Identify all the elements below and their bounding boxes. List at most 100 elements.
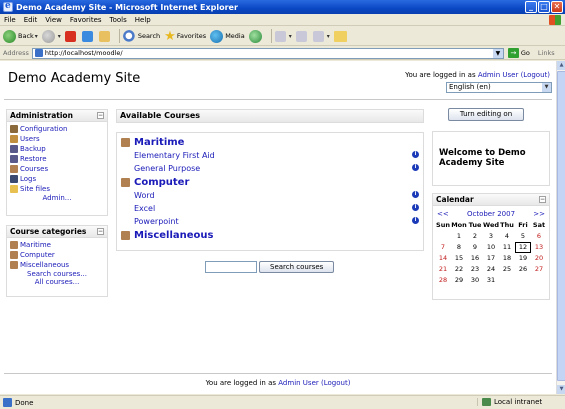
calendar-day[interactable]: 29 bbox=[451, 275, 467, 286]
admin-item-site-files[interactable]: Site files bbox=[10, 184, 104, 194]
calendar-day[interactable]: 31 bbox=[483, 275, 499, 286]
language-select[interactable]: English (en) ▼ bbox=[446, 82, 552, 93]
admin-item-label[interactable]: Configuration bbox=[20, 125, 67, 133]
maximize-button[interactable]: □ bbox=[538, 1, 550, 13]
course-item[interactable]: Word i bbox=[121, 189, 423, 202]
menu-favorites[interactable]: Favorites bbox=[66, 16, 106, 24]
calendar-day[interactable]: 4 bbox=[499, 231, 515, 242]
course-item[interactable]: Powerpoint i bbox=[121, 215, 423, 228]
category-label[interactable]: Maritime bbox=[20, 241, 51, 249]
calendar-day[interactable]: 6 bbox=[531, 231, 547, 242]
favorites-button[interactable]: ★ Favorites bbox=[164, 29, 206, 44]
info-icon[interactable]: i bbox=[412, 164, 419, 171]
calendar-day[interactable]: 19 bbox=[515, 253, 531, 264]
calendar-day[interactable]: 30 bbox=[467, 275, 483, 286]
calendar-day[interactable]: 10 bbox=[483, 242, 499, 253]
stop-button[interactable] bbox=[64, 30, 78, 42]
scroll-up-icon[interactable]: ▲ bbox=[557, 61, 565, 70]
course-category-computer[interactable]: Computer bbox=[121, 175, 423, 189]
mail-button[interactable]: ▾ bbox=[274, 30, 292, 42]
home-button[interactable] bbox=[98, 30, 112, 42]
close-button[interactable]: ✕ bbox=[551, 1, 563, 13]
back-dropdown-icon[interactable]: ▾ bbox=[35, 33, 38, 40]
course-category-miscellaneous[interactable]: Miscellaneous bbox=[121, 228, 423, 242]
admin-item-users[interactable]: Users bbox=[10, 134, 104, 144]
forward-dropdown-icon[interactable]: ▾ bbox=[58, 33, 61, 40]
calendar-day[interactable]: 3 bbox=[483, 231, 499, 242]
course-link[interactable]: Word bbox=[134, 191, 155, 200]
calendar-day[interactable]: 15 bbox=[451, 253, 467, 264]
user-link[interactable]: Admin User bbox=[478, 71, 519, 79]
forward-button[interactable]: ▾ bbox=[41, 29, 61, 43]
course-item[interactable]: Elementary First Aid i bbox=[121, 149, 423, 162]
calendar-day[interactable]: 17 bbox=[483, 253, 499, 264]
edit-dropdown-icon[interactable]: ▾ bbox=[327, 33, 330, 40]
admin-item-label[interactable]: Restore bbox=[20, 155, 47, 163]
calendar-day[interactable]: 23 bbox=[467, 264, 483, 275]
calendar-day[interactable]: 14 bbox=[435, 253, 451, 264]
turn-editing-on-button[interactable]: Turn editing on bbox=[448, 108, 524, 121]
admin-item-restore[interactable]: Restore bbox=[10, 154, 104, 164]
print-button[interactable] bbox=[295, 30, 309, 42]
vertical-scrollbar[interactable]: ▲ ▼ bbox=[556, 61, 565, 394]
course-link[interactable]: Powerpoint bbox=[134, 217, 179, 226]
calendar-day[interactable]: 5 bbox=[515, 231, 531, 242]
next-month-link[interactable]: >> bbox=[533, 210, 545, 218]
info-icon[interactable]: i bbox=[412, 191, 419, 198]
prev-month-link[interactable]: << bbox=[437, 210, 449, 218]
admin-item-label[interactable]: Users bbox=[20, 135, 40, 143]
admin-item-label[interactable]: Logs bbox=[20, 175, 36, 183]
category-label[interactable]: Computer bbox=[20, 251, 55, 259]
admin-item-label[interactable]: Site files bbox=[20, 185, 50, 193]
admin-item-backup[interactable]: Backup bbox=[10, 144, 104, 154]
refresh-button[interactable] bbox=[81, 30, 95, 42]
calendar-day[interactable]: 20 bbox=[531, 253, 547, 264]
calendar-day[interactable]: 25 bbox=[499, 264, 515, 275]
calendar-day[interactable]: 22 bbox=[451, 264, 467, 275]
address-input[interactable]: http://localhost/moodle/ ▼ bbox=[31, 47, 504, 59]
all-courses-link[interactable]: All courses... bbox=[35, 278, 80, 286]
course-link[interactable]: General Purpose bbox=[134, 164, 200, 173]
calendar-day[interactable]: 16 bbox=[467, 253, 483, 264]
admin-item-logs[interactable]: Logs bbox=[10, 174, 104, 184]
menu-view[interactable]: View bbox=[41, 16, 66, 24]
footer-user-link[interactable]: Admin User bbox=[278, 379, 319, 387]
address-dropdown-icon[interactable]: ▼ bbox=[492, 48, 503, 58]
category-item-maritime[interactable]: Maritime bbox=[10, 240, 104, 250]
category-item-computer[interactable]: Computer bbox=[10, 250, 104, 260]
course-category-maritime[interactable]: Maritime bbox=[121, 135, 423, 149]
calendar-day[interactable]: 8 bbox=[451, 242, 467, 253]
menu-help[interactable]: Help bbox=[131, 16, 155, 24]
minimize-button[interactable]: _ bbox=[525, 1, 537, 13]
course-category-label[interactable]: Computer bbox=[134, 177, 189, 188]
calendar-day[interactable]: 27 bbox=[531, 264, 547, 275]
calendar-day[interactable]: 24 bbox=[483, 264, 499, 275]
search-courses-button[interactable]: Search courses bbox=[259, 261, 335, 273]
admin-item-configuration[interactable]: Configuration bbox=[10, 124, 104, 134]
calendar-day[interactable]: 13 bbox=[531, 242, 547, 253]
go-button[interactable]: → Go bbox=[507, 48, 530, 58]
admin-item-courses[interactable]: Courses bbox=[10, 164, 104, 174]
history-button[interactable] bbox=[248, 29, 264, 43]
course-link[interactable]: Elementary First Aid bbox=[134, 151, 215, 160]
course-category-label[interactable]: Miscellaneous bbox=[134, 230, 214, 241]
menu-file[interactable]: File bbox=[0, 16, 20, 24]
course-item[interactable]: Excel i bbox=[121, 202, 423, 215]
calendar-day[interactable]: 12 bbox=[515, 242, 531, 253]
menu-edit[interactable]: Edit bbox=[20, 16, 42, 24]
course-item[interactable]: General Purpose i bbox=[121, 162, 423, 175]
scroll-thumb[interactable] bbox=[557, 71, 565, 381]
admin-item-label[interactable]: Backup bbox=[20, 145, 46, 153]
calendar-day[interactable]: 7 bbox=[435, 242, 451, 253]
media-button[interactable]: Media bbox=[210, 29, 245, 43]
info-icon[interactable]: i bbox=[412, 204, 419, 211]
calendar-day[interactable]: 2 bbox=[467, 231, 483, 242]
category-item-miscellaneous[interactable]: Miscellaneous bbox=[10, 260, 104, 270]
search-courses-link[interactable]: Search courses... bbox=[27, 270, 87, 278]
collapse-icon[interactable]: − bbox=[97, 228, 104, 235]
calendar-day[interactable]: 11 bbox=[499, 242, 515, 253]
footer-logout-link[interactable]: (Logout) bbox=[321, 379, 350, 387]
info-icon[interactable]: i bbox=[412, 151, 419, 158]
collapse-icon[interactable]: − bbox=[539, 196, 546, 203]
course-link[interactable]: Excel bbox=[134, 204, 155, 213]
